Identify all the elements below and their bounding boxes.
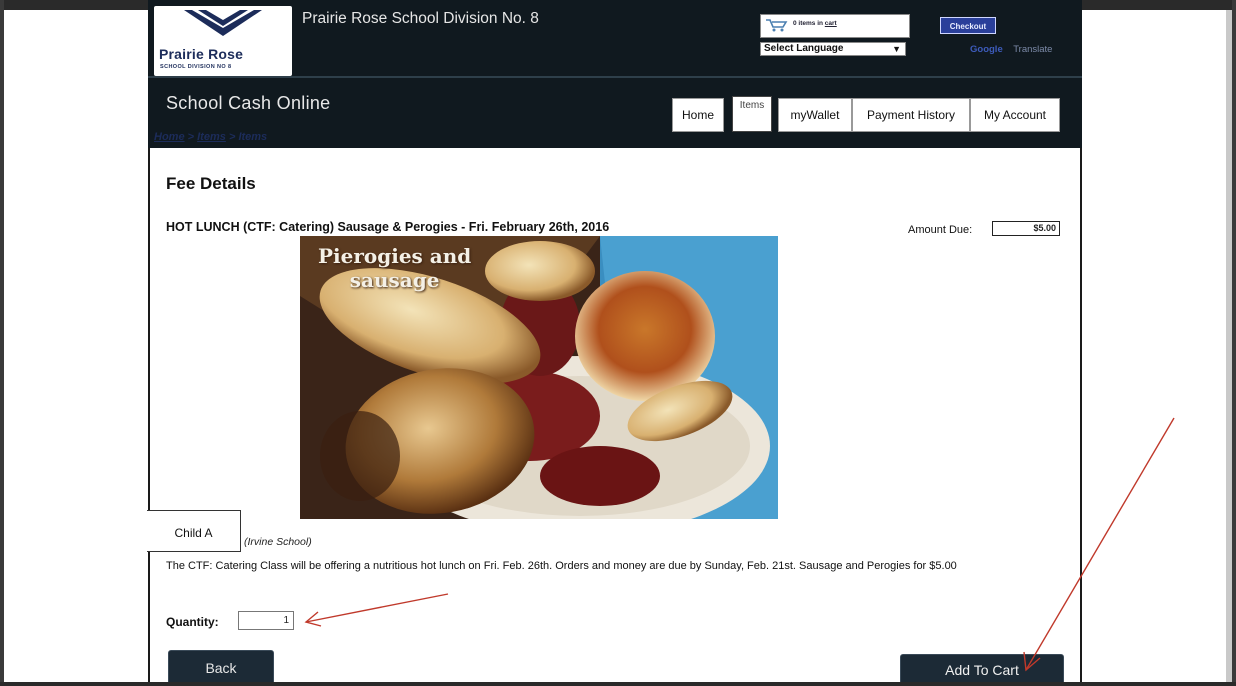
school-name: (Irvine School) — [244, 536, 312, 548]
language-select[interactable]: Select Language ▼ — [760, 42, 906, 56]
amount-due-value: $5.00 — [992, 221, 1060, 236]
breadcrumb: Home > Items > Items — [154, 131, 267, 143]
breadcrumb-current: Items — [238, 131, 268, 143]
child-name-label: Child A — [147, 510, 241, 552]
tab-items[interactable]: Items — [732, 96, 772, 132]
breadcrumb-separator: > — [228, 131, 236, 143]
tab-home[interactable]: Home — [672, 98, 724, 132]
quantity-input[interactable] — [238, 611, 294, 630]
tab-payment-history[interactable]: Payment History — [852, 98, 970, 132]
item-title: HOT LUNCH (CTF: Catering) Sausage & Pero… — [166, 220, 610, 234]
tab-mywallet[interactable]: myWallet — [778, 98, 852, 132]
photo-caption-line: Pierogies and — [318, 244, 472, 268]
chevron-down-icon: ▼ — [892, 44, 901, 54]
cart-count: 0 items in — [793, 20, 823, 27]
tab-my-account[interactable]: My Account — [970, 98, 1060, 132]
photo-caption: Pierogies and sausage — [318, 244, 471, 292]
app-title: School Cash Online — [166, 93, 331, 113]
division-logo[interactable]: Prairie Rose SCHOOL DIVISION NO 8 — [154, 6, 292, 76]
checkout-button[interactable]: Checkout — [940, 17, 996, 34]
quantity-label: Quantity: — [166, 615, 219, 629]
back-button[interactable]: Back — [168, 650, 274, 686]
photo-caption-line: sausage — [349, 268, 440, 292]
window-frame-right — [1232, 0, 1236, 686]
google-translate-link[interactable]: Google Translate — [970, 44, 1052, 55]
header-divider — [148, 76, 1082, 78]
cart-link[interactable]: cart — [825, 20, 837, 27]
cart-count-text: 0 items in cart — [793, 20, 837, 27]
language-select-value: Select Language — [764, 43, 844, 54]
amount-due-label: Amount Due: — [908, 224, 973, 236]
window-frame-bottom — [0, 682, 1236, 686]
breadcrumb-separator: > — [187, 131, 195, 143]
logo-chevron-icon — [184, 10, 262, 36]
division-title: Prairie Rose School Division No. 8 — [302, 10, 539, 27]
cart-widget: 0 items in cart — [760, 14, 910, 38]
logo-name: Prairie Rose — [159, 46, 244, 62]
google-logo: Google — [970, 44, 1003, 55]
cart-icon — [766, 19, 788, 32]
fee-description: The CTF: Catering Class will be offering… — [166, 560, 957, 572]
breadcrumb-items[interactable]: Items — [197, 131, 226, 143]
breadcrumb-home[interactable]: Home — [154, 131, 185, 143]
logo-subtitle: SCHOOL DIVISION NO 8 — [160, 64, 232, 70]
page-title: Fee Details — [166, 174, 256, 193]
window-frame-left — [0, 0, 4, 686]
translate-label: Translate — [1013, 44, 1053, 55]
